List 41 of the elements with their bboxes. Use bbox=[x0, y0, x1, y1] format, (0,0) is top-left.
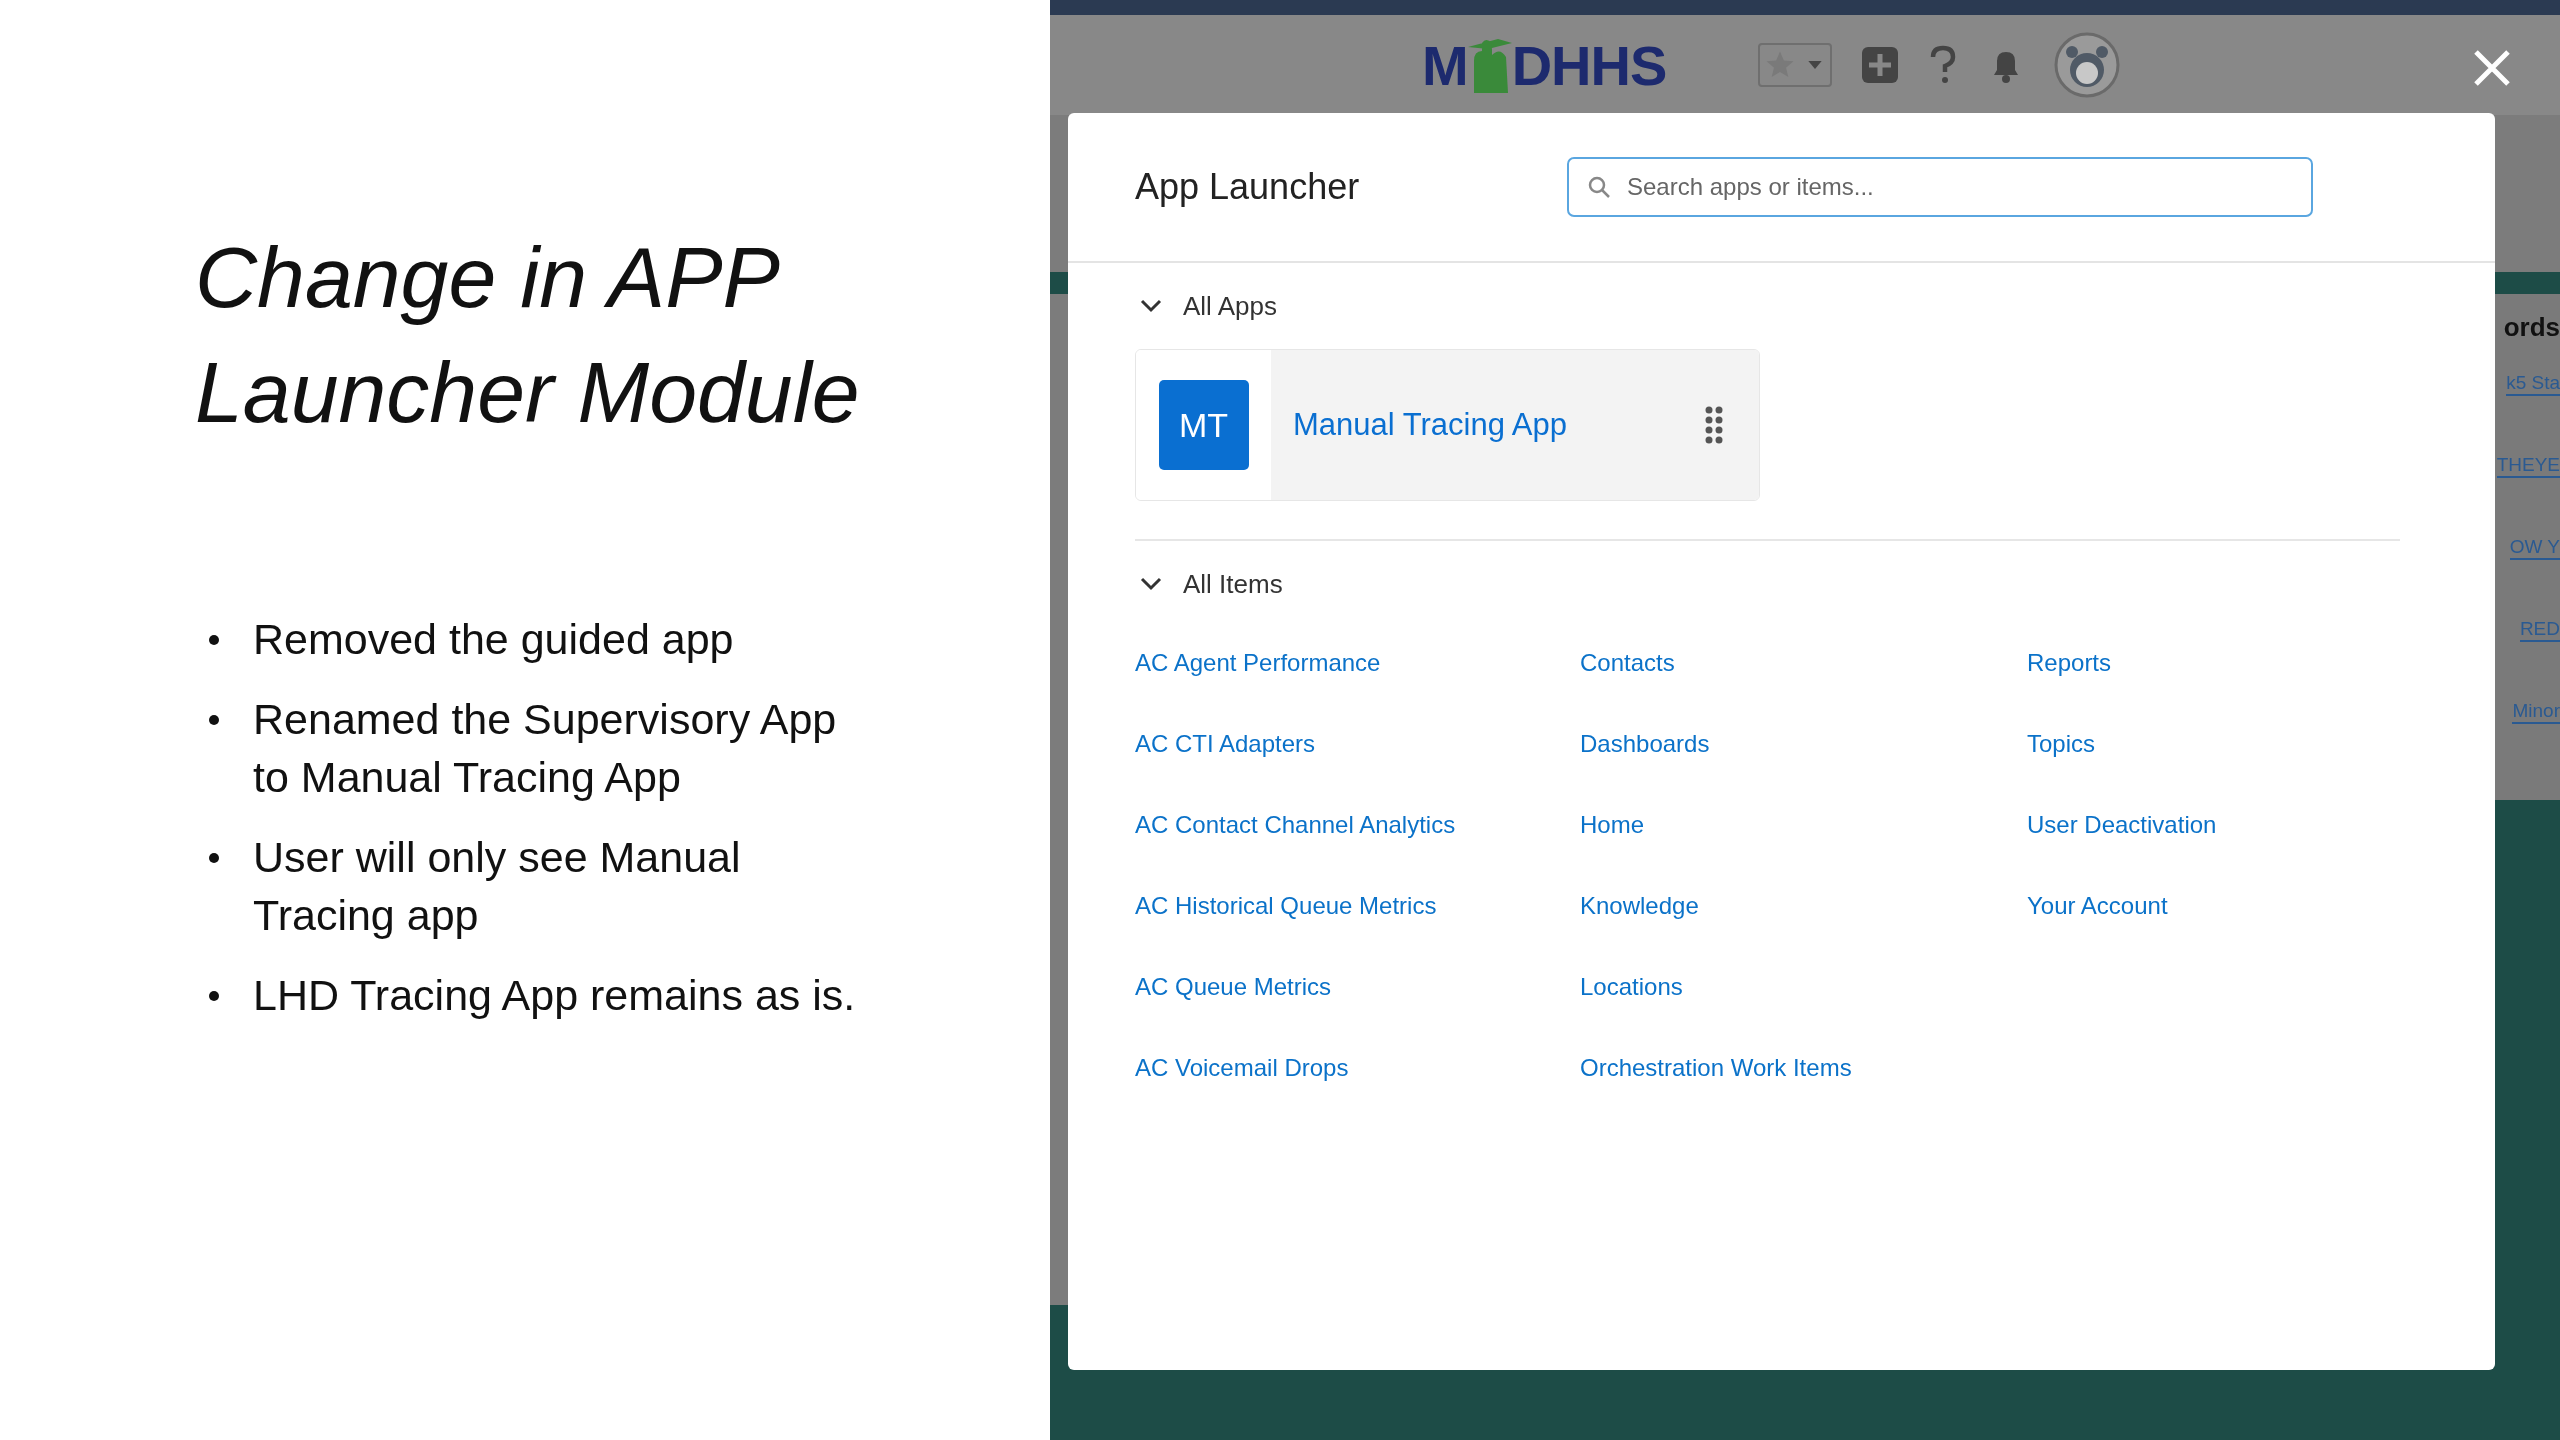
bullet-dot bbox=[209, 991, 219, 1001]
bullet-dot bbox=[209, 853, 219, 863]
app-tile[interactable]: MT Manual Tracing App bbox=[1135, 349, 1760, 501]
item-link[interactable]: AC Queue Metrics bbox=[1135, 955, 1580, 1001]
section-label[interactable]: All Items bbox=[1183, 568, 1283, 600]
close-icon[interactable] bbox=[2472, 48, 2512, 88]
item-link[interactable]: Home bbox=[1580, 793, 2027, 839]
bullet-dot bbox=[209, 715, 219, 725]
caret-icon bbox=[1808, 61, 1823, 69]
item-link[interactable]: Reports bbox=[2027, 631, 2427, 677]
search-field[interactable]: Search apps or items... bbox=[1567, 157, 2313, 217]
item-link[interactable]: User Deactivation bbox=[2027, 793, 2427, 839]
item-link[interactable]: AC Agent Performance bbox=[1135, 631, 1580, 677]
item-link[interactable]: Dashboards bbox=[1580, 712, 2027, 758]
logo-text: DHHS bbox=[1511, 32, 1667, 98]
bullet-dot bbox=[209, 635, 219, 645]
item-link[interactable]: AC CTI Adapters bbox=[1135, 712, 1580, 758]
bullet-text: Renamed the Supervisory App to Manual Tracing App bbox=[253, 694, 838, 803]
item-link[interactable]: Knowledge bbox=[1580, 874, 2027, 920]
bullet-text: LHD Tracing App remains as is. bbox=[253, 970, 857, 1021]
bullet-text: User will only see Manual Tracing app bbox=[253, 832, 742, 941]
item-link[interactable]: Contacts bbox=[1580, 631, 2027, 677]
item-link[interactable]: Your Account bbox=[2027, 874, 2427, 920]
logo-text: M bbox=[1422, 32, 1468, 98]
drag-handle-icon[interactable] bbox=[1705, 405, 1723, 445]
item-link[interactable]: AC Voicemail Drops bbox=[1135, 1036, 1580, 1082]
add-icon[interactable] bbox=[1860, 45, 1901, 85]
item-link[interactable]: Locations bbox=[1580, 955, 2027, 1001]
app-initials: MT bbox=[1158, 380, 1249, 470]
bullet-text: Removed the guided app bbox=[253, 614, 735, 665]
item-link[interactable]: Topics bbox=[2027, 712, 2427, 758]
item-link[interactable]: Orchestration Work Items bbox=[1580, 1036, 2027, 1082]
panel-heading: ords bbox=[2503, 312, 2560, 343]
slide-title: Change in APP Launcher Module bbox=[195, 228, 861, 442]
dialog-title: App Launcher bbox=[1135, 166, 1361, 208]
avatar-icon[interactable] bbox=[2054, 32, 2121, 98]
mitten-icon bbox=[1467, 37, 1512, 93]
section-label[interactable]: All Apps bbox=[1183, 290, 1277, 322]
item-link[interactable]: AC Contact Channel Analytics bbox=[1135, 793, 1580, 839]
item-link[interactable]: AC Historical Queue Metrics bbox=[1135, 874, 1580, 920]
app-name[interactable]: Manual Tracing App bbox=[1293, 407, 1567, 443]
